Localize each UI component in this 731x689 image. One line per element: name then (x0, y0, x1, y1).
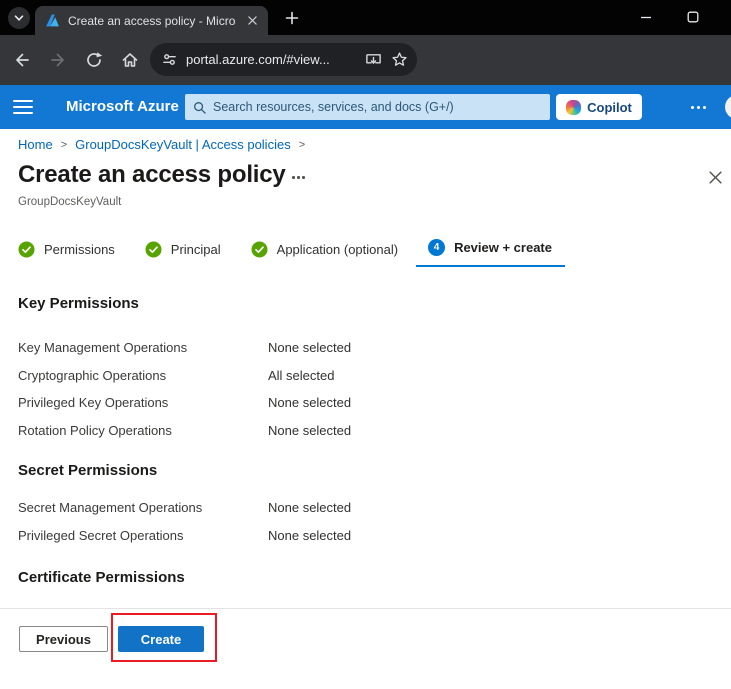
avatar[interactable] (725, 95, 731, 119)
row-label: Rotation Policy Operations (18, 424, 268, 438)
row-value: None selected (268, 501, 713, 515)
page-blade: Home > GroupDocsKeyVault | Access polici… (0, 129, 731, 689)
row-value: None selected (268, 424, 713, 438)
section-heading-key-permissions: Key Permissions (18, 295, 139, 312)
table-row: Rotation Policy Operations None selected (18, 424, 713, 438)
azure-search-box[interactable] (185, 94, 550, 120)
azure-header: Microsoft Azure Copilot (0, 85, 731, 129)
search-icon (193, 101, 206, 114)
back-icon[interactable] (10, 48, 34, 72)
tab-search-button[interactable] (8, 7, 30, 29)
browser-toolbar: portal.azure.com/#view... (0, 35, 731, 85)
tab-title: Create an access policy - Micros (68, 14, 236, 28)
row-label: Secret Management Operations (18, 501, 268, 515)
row-value: All selected (268, 369, 713, 383)
section-heading-certificate-permissions: Certificate Permissions (18, 569, 185, 586)
chevron-down-icon (13, 12, 25, 24)
forward-icon[interactable] (46, 48, 70, 72)
review-content: Key Permissions Key Management Operation… (0, 129, 731, 689)
create-button[interactable]: Create (118, 626, 204, 652)
browser-titlebar: Create an access policy - Micros (0, 0, 731, 35)
url-text[interactable]: portal.azure.com/#view... (186, 52, 356, 67)
row-label: Privileged Key Operations (18, 396, 268, 410)
new-tab-button[interactable] (283, 9, 301, 27)
bookmark-star-icon[interactable] (391, 51, 408, 68)
footer-divider (0, 608, 731, 609)
row-label: Key Management Operations (18, 341, 268, 355)
key-permissions-rows: Key Management Operations None selected … (18, 341, 713, 451)
reload-icon[interactable] (82, 48, 106, 72)
table-row: Secret Management Operations None select… (18, 501, 713, 515)
address-bar[interactable]: portal.azure.com/#view... (150, 43, 417, 76)
table-row: Key Management Operations None selected (18, 341, 713, 355)
browser-tab[interactable]: Create an access policy - Micros (35, 6, 268, 35)
copilot-icon (566, 100, 581, 115)
table-row: Privileged Key Operations None selected (18, 396, 713, 410)
row-label: Cryptographic Operations (18, 369, 268, 383)
table-row: Cryptographic Operations All selected (18, 369, 713, 383)
section-heading-secret-permissions: Secret Permissions (18, 462, 157, 479)
install-app-icon[interactable] (365, 51, 382, 68)
tab-close-icon[interactable] (244, 12, 261, 29)
search-input[interactable] (213, 100, 542, 114)
azure-logo-icon (45, 13, 60, 28)
row-value: None selected (268, 341, 713, 355)
copilot-button[interactable]: Copilot (556, 94, 642, 120)
screen: Create an access policy - Micros (0, 0, 731, 689)
home-icon[interactable] (118, 48, 142, 72)
row-value: None selected (268, 529, 713, 543)
window-minimize-button[interactable] (631, 6, 661, 28)
hamburger-menu-icon[interactable] (13, 98, 33, 116)
previous-button[interactable]: Previous (19, 626, 108, 652)
azure-brand[interactable]: Microsoft Azure (66, 85, 179, 129)
copilot-label: Copilot (587, 100, 632, 115)
more-options-icon[interactable] (691, 85, 706, 129)
row-label: Privileged Secret Operations (18, 529, 268, 543)
window-maximize-button[interactable] (678, 6, 708, 28)
secret-permissions-rows: Secret Management Operations None select… (18, 501, 713, 556)
table-row: Privileged Secret Operations None select… (18, 529, 713, 543)
site-settings-icon[interactable] (162, 52, 177, 67)
row-value: None selected (268, 396, 713, 410)
